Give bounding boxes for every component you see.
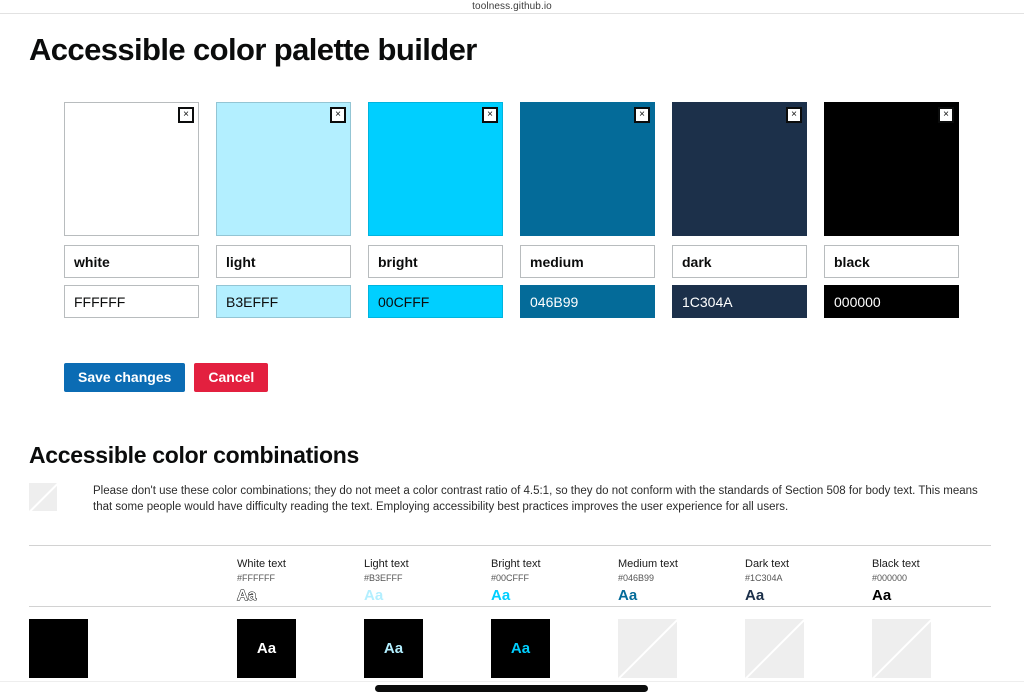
- delete-swatch-dark-button[interactable]: ×: [786, 107, 802, 123]
- swatch-column: × light B3EFFF: [216, 102, 368, 318]
- matrix-cell: [745, 619, 872, 678]
- swatch-hex-input-light[interactable]: B3EFFF: [216, 285, 351, 318]
- column-name: Light text: [364, 558, 409, 570]
- swatch-name-input-bright[interactable]: bright: [368, 245, 503, 278]
- page-content: Accessible color palette builder × white F…: [0, 14, 1024, 695]
- color-preview-white: ×: [64, 102, 199, 236]
- combination-sample-pass: Aa: [237, 619, 296, 678]
- matrix-header-row: White text #FFFFFF Aa Light text #B3EFFF Aa Br…: [29, 546, 991, 606]
- combination-sample-pass: Aa: [364, 619, 423, 678]
- color-preview-light: ×: [216, 102, 351, 236]
- matrix-column-header: Light text #B3EFFF Aa: [364, 557, 491, 605]
- swatch-name-input-white[interactable]: white: [64, 245, 199, 278]
- matrix-column-header: Dark text #1C304A Aa: [745, 557, 872, 605]
- combination-sample-pass: Aa: [491, 619, 550, 678]
- column-hex: #B3EFFF: [364, 573, 403, 583]
- swatch-name-input-medium[interactable]: medium: [520, 245, 655, 278]
- horizontal-scrollbar-thumb[interactable]: [375, 685, 648, 692]
- column-name: Dark text: [745, 558, 790, 570]
- column-hex: #FFFFFF: [237, 573, 275, 583]
- combination-sample-fail: [618, 619, 677, 678]
- column-hex: #000000: [872, 573, 908, 583]
- column-text-sample: Aa: [491, 587, 511, 604]
- swatch-hex-input-black[interactable]: 000000: [824, 285, 959, 318]
- address-bar-url: toolness.github.io: [472, 0, 552, 12]
- combination-sample-fail: [745, 619, 804, 678]
- column-text-sample: Aa: [618, 587, 638, 604]
- swatch-hex-input-medium[interactable]: 046B99: [520, 285, 655, 318]
- palette-editor: × white FFFFFF × light B3EFFF × bright 00CFFF × me…: [64, 102, 976, 318]
- swatch-hex-input-bright[interactable]: 00CFFF: [368, 285, 503, 318]
- contrast-warning-legend: Please don't use these color combination…: [29, 483, 989, 515]
- column-name: Medium text: [618, 558, 678, 570]
- horizontal-scrollbar[interactable]: [0, 681, 1024, 695]
- combination-sample-fail: [872, 619, 931, 678]
- legend-text: Please don't use these color combination…: [93, 485, 978, 513]
- browser-chrome: toolness.github.io: [0, 0, 1024, 14]
- matrix-column-header: Bright text #00CFFF Aa: [491, 557, 618, 605]
- matrix-cell: Aa: [364, 619, 491, 678]
- swatch-column: × dark 1C304A: [672, 102, 824, 318]
- cancel-button[interactable]: Cancel: [194, 363, 269, 392]
- swatch-hex-input-white[interactable]: FFFFFF: [64, 285, 199, 318]
- matrix-column-header: White text #FFFFFF Aa: [237, 557, 364, 605]
- column-name: Black text: [872, 558, 920, 570]
- swatch-hex-input-dark[interactable]: 1C304A: [672, 285, 807, 318]
- delete-swatch-bright-button[interactable]: ×: [482, 107, 498, 123]
- delete-swatch-black-button[interactable]: ×: [938, 107, 954, 123]
- matrix-cell: Aa: [237, 619, 364, 678]
- delete-swatch-medium-button[interactable]: ×: [634, 107, 650, 123]
- delete-swatch-white-button[interactable]: ×: [178, 107, 194, 123]
- delete-swatch-light-button[interactable]: ×: [330, 107, 346, 123]
- color-preview-dark: ×: [672, 102, 807, 236]
- column-name: Bright text: [491, 558, 541, 570]
- column-name: White text: [237, 558, 286, 570]
- swatch-name-input-light[interactable]: light: [216, 245, 351, 278]
- swatch-name-input-dark[interactable]: dark: [672, 245, 807, 278]
- color-preview-bright: ×: [368, 102, 503, 236]
- column-hex: #1C304A: [745, 573, 783, 583]
- page-title: Accessible color palette builder: [29, 32, 477, 67]
- column-text-sample: Aa: [745, 587, 765, 604]
- column-text-sample: Aa: [872, 587, 892, 604]
- column-text-sample: Aa: [364, 587, 384, 604]
- swatch-column: × white FFFFFF: [64, 102, 216, 318]
- swatch-column: × black 000000: [824, 102, 976, 318]
- matrix-column-header: Medium text #046B99 Aa: [618, 557, 745, 605]
- section-title: Accessible color combinations: [29, 442, 360, 468]
- matrix-cell: [618, 619, 745, 678]
- color-preview-medium: ×: [520, 102, 655, 236]
- swatch-column: × bright 00CFFF: [368, 102, 520, 318]
- matrix-column-header: Black text #000000 Aa: [872, 557, 999, 605]
- save-changes-button[interactable]: Save changes: [64, 363, 186, 392]
- fail-pattern-icon: [29, 483, 57, 511]
- matrix-cell: [872, 619, 999, 678]
- column-text-sample: Aa: [237, 587, 257, 605]
- action-buttons: Save changes Cancel: [64, 363, 269, 392]
- color-preview-black: ×: [824, 102, 959, 236]
- swatch-column: × medium 046B99: [520, 102, 672, 318]
- color-combination-matrix: White text #FFFFFF Aa Light text #B3EFFF Aa Br…: [29, 545, 991, 695]
- row-background-chip: [29, 619, 88, 678]
- swatch-name-input-black[interactable]: black: [824, 245, 959, 278]
- column-hex: #00CFFF: [491, 573, 530, 583]
- matrix-cell: Aa: [491, 619, 618, 678]
- column-hex: #046B99: [618, 573, 655, 583]
